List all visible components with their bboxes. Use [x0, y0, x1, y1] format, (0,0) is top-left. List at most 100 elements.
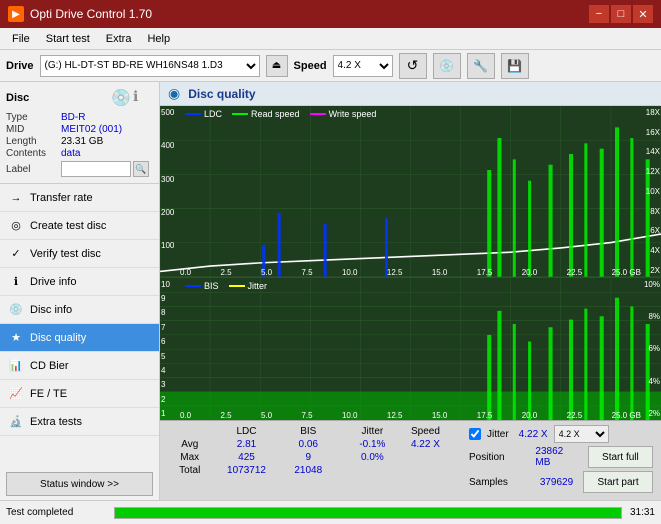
- top-chart-legend: LDC Read speed Write speed: [185, 109, 376, 119]
- stats-total-ldc: 1073712: [211, 464, 281, 477]
- top-chart-x-axis: 0.0 2.5 5.0 7.5 10.0 12.5 15.0 17.5 20.0…: [180, 268, 641, 277]
- disc-mid-row: MID MEIT02 (001): [6, 124, 153, 135]
- position-val: 23862 MB: [535, 446, 577, 468]
- top-chart-y-axis: 500 400 300 200 100: [160, 106, 174, 277]
- disc-length-val: 23.31 GB: [61, 136, 153, 147]
- fe-te-label: FE / TE: [30, 388, 67, 400]
- menu-help[interactable]: Help: [139, 31, 178, 47]
- legend-jitter-color: [229, 285, 245, 287]
- app-icon: ▶: [8, 6, 24, 22]
- stats-table: LDC BIS Jitter Speed Avg 2.81 0.06: [168, 425, 453, 477]
- jitter-checkbox[interactable]: [469, 428, 481, 440]
- disc-quality-label: Disc quality: [30, 332, 86, 344]
- stats-max-ldc: 425: [211, 451, 281, 464]
- drive-info-icon: ℹ: [8, 274, 24, 290]
- bottom-chart-y-right-axis: 10% 8% 6% 4% 2%: [644, 278, 661, 420]
- stats-total-empty: [335, 464, 347, 477]
- extra-tests-label: Extra tests: [30, 416, 82, 428]
- stats-col-empty2: [335, 425, 347, 438]
- stats-avg-row: Avg 2.81 0.06 -0.1% 4.22 X: [168, 438, 453, 451]
- sidebar-item-cd-bier[interactable]: 📊 CD Bier: [0, 352, 159, 380]
- stats-total-bis: 21048: [282, 464, 335, 477]
- maximize-button[interactable]: □: [611, 5, 631, 23]
- disc-info-icon2: 💿: [8, 302, 24, 318]
- disc-label-row: Label 🔍: [6, 161, 153, 177]
- menu-bar: File Start test Extra Help: [0, 28, 661, 50]
- sidebar-item-extra-tests[interactable]: 🔬 Extra tests: [0, 408, 159, 436]
- stats-col-jitter: Jitter: [347, 425, 398, 438]
- minimize-button[interactable]: −: [589, 5, 609, 23]
- legend-read: Read speed: [232, 109, 300, 119]
- sidebar-item-create-test-disc[interactable]: ◎ Create test disc: [0, 212, 159, 240]
- sidebar-item-disc-info[interactable]: 💿 Disc info: [0, 296, 159, 324]
- start-part-button[interactable]: Start part: [583, 471, 653, 493]
- disc-panel: Disc 💿 ℹ Type BD-R MID MEIT02 (001) Leng…: [0, 82, 159, 184]
- verify-test-disc-icon: ✓: [8, 246, 24, 262]
- status-window-button[interactable]: Status window >>: [6, 472, 153, 496]
- stats-avg-jitter: -0.1%: [347, 438, 398, 451]
- menu-extra[interactable]: Extra: [98, 31, 140, 47]
- sidebar-item-disc-quality[interactable]: ★ Disc quality: [0, 324, 159, 352]
- samples-label: Samples: [469, 477, 534, 488]
- chart-header-icon: ◉: [168, 85, 180, 102]
- top-chart-svg: [160, 106, 661, 277]
- stats-total-row: Total 1073712 21048: [168, 464, 453, 477]
- create-test-disc-label: Create test disc: [30, 220, 106, 232]
- disc-header-label: Disc: [6, 92, 29, 104]
- stats-col-ldc: LDC: [211, 425, 281, 438]
- drive-label: Drive: [6, 60, 34, 72]
- sidebar-item-transfer-rate[interactable]: → Transfer rate: [0, 184, 159, 212]
- legend-bis-color: [185, 285, 201, 287]
- disc-button[interactable]: 💿: [433, 53, 461, 79]
- legend-write: Write speed: [310, 109, 377, 119]
- bottom-chart-svg: [160, 278, 661, 420]
- extra-tests-icon: 🔬: [8, 414, 24, 430]
- stats-col-bis: BIS: [282, 425, 335, 438]
- speed-select[interactable]: 4.2 X: [333, 55, 393, 77]
- stats-total-label: Total: [168, 464, 211, 477]
- disc-type-key: Type: [6, 112, 61, 123]
- disc-info-label: Disc info: [30, 304, 72, 316]
- stats-total-speed: [398, 464, 453, 477]
- sidebar-item-fe-te[interactable]: 📈 FE / TE: [0, 380, 159, 408]
- bottom-chart: BIS Jitter 10 9 8 7 6 5 4 3: [160, 278, 661, 420]
- jitter-check-label: Jitter: [487, 429, 509, 440]
- stats-avg-bis: 0.06: [282, 438, 335, 451]
- title-bar: ▶ Opti Drive Control 1.70 − □ ✕: [0, 0, 661, 28]
- legend-jitter-text: Jitter: [248, 281, 268, 291]
- top-chart: LDC Read speed Write speed 500 400 300: [160, 106, 661, 278]
- options-button[interactable]: 🔧: [467, 53, 495, 79]
- legend-read-text: Read speed: [251, 109, 300, 119]
- stats-col-speed: Speed: [398, 425, 453, 438]
- legend-read-color: [232, 113, 248, 115]
- close-button[interactable]: ✕: [633, 5, 653, 23]
- speed-right-select[interactable]: 4.2 X: [554, 425, 609, 443]
- position-label: Position: [469, 452, 529, 463]
- transfer-rate-icon: →: [8, 190, 24, 206]
- bottom-chart-legend: BIS Jitter: [185, 281, 267, 291]
- stats-max-speed: [398, 451, 453, 464]
- window-controls: − □ ✕: [589, 5, 653, 23]
- eject-button[interactable]: ⏏: [266, 55, 288, 77]
- save-button[interactable]: 💾: [501, 53, 529, 79]
- disc-label-input[interactable]: [61, 161, 131, 177]
- menu-file[interactable]: File: [4, 31, 38, 47]
- refresh-button[interactable]: ↺: [399, 53, 427, 79]
- start-full-button[interactable]: Start full: [588, 446, 653, 468]
- drive-bar: Drive (G:) HL-DT-ST BD-RE WH16NS48 1.D3 …: [0, 50, 661, 82]
- sidebar-item-verify-test-disc[interactable]: ✓ Verify test disc: [0, 240, 159, 268]
- disc-quality-icon: ★: [8, 330, 24, 346]
- disc-type-row: Type BD-R: [6, 112, 153, 123]
- drive-select[interactable]: (G:) HL-DT-ST BD-RE WH16NS48 1.D3: [40, 55, 260, 77]
- disc-type-val: BD-R: [61, 112, 153, 123]
- legend-write-color: [310, 113, 326, 115]
- status-text: Test completed: [6, 507, 106, 518]
- samples-row: Samples 379629 Start part: [469, 471, 653, 493]
- disc-label-icon-button[interactable]: 🔍: [133, 161, 149, 177]
- progress-bar: [114, 507, 622, 519]
- stats-avg-label: Avg: [168, 438, 211, 451]
- sidebar-item-drive-info[interactable]: ℹ Drive info: [0, 268, 159, 296]
- chart-header: ◉ Disc quality: [160, 82, 661, 106]
- menu-start-test[interactable]: Start test: [38, 31, 98, 47]
- disc-panel-header: Disc 💿 ℹ: [6, 88, 153, 108]
